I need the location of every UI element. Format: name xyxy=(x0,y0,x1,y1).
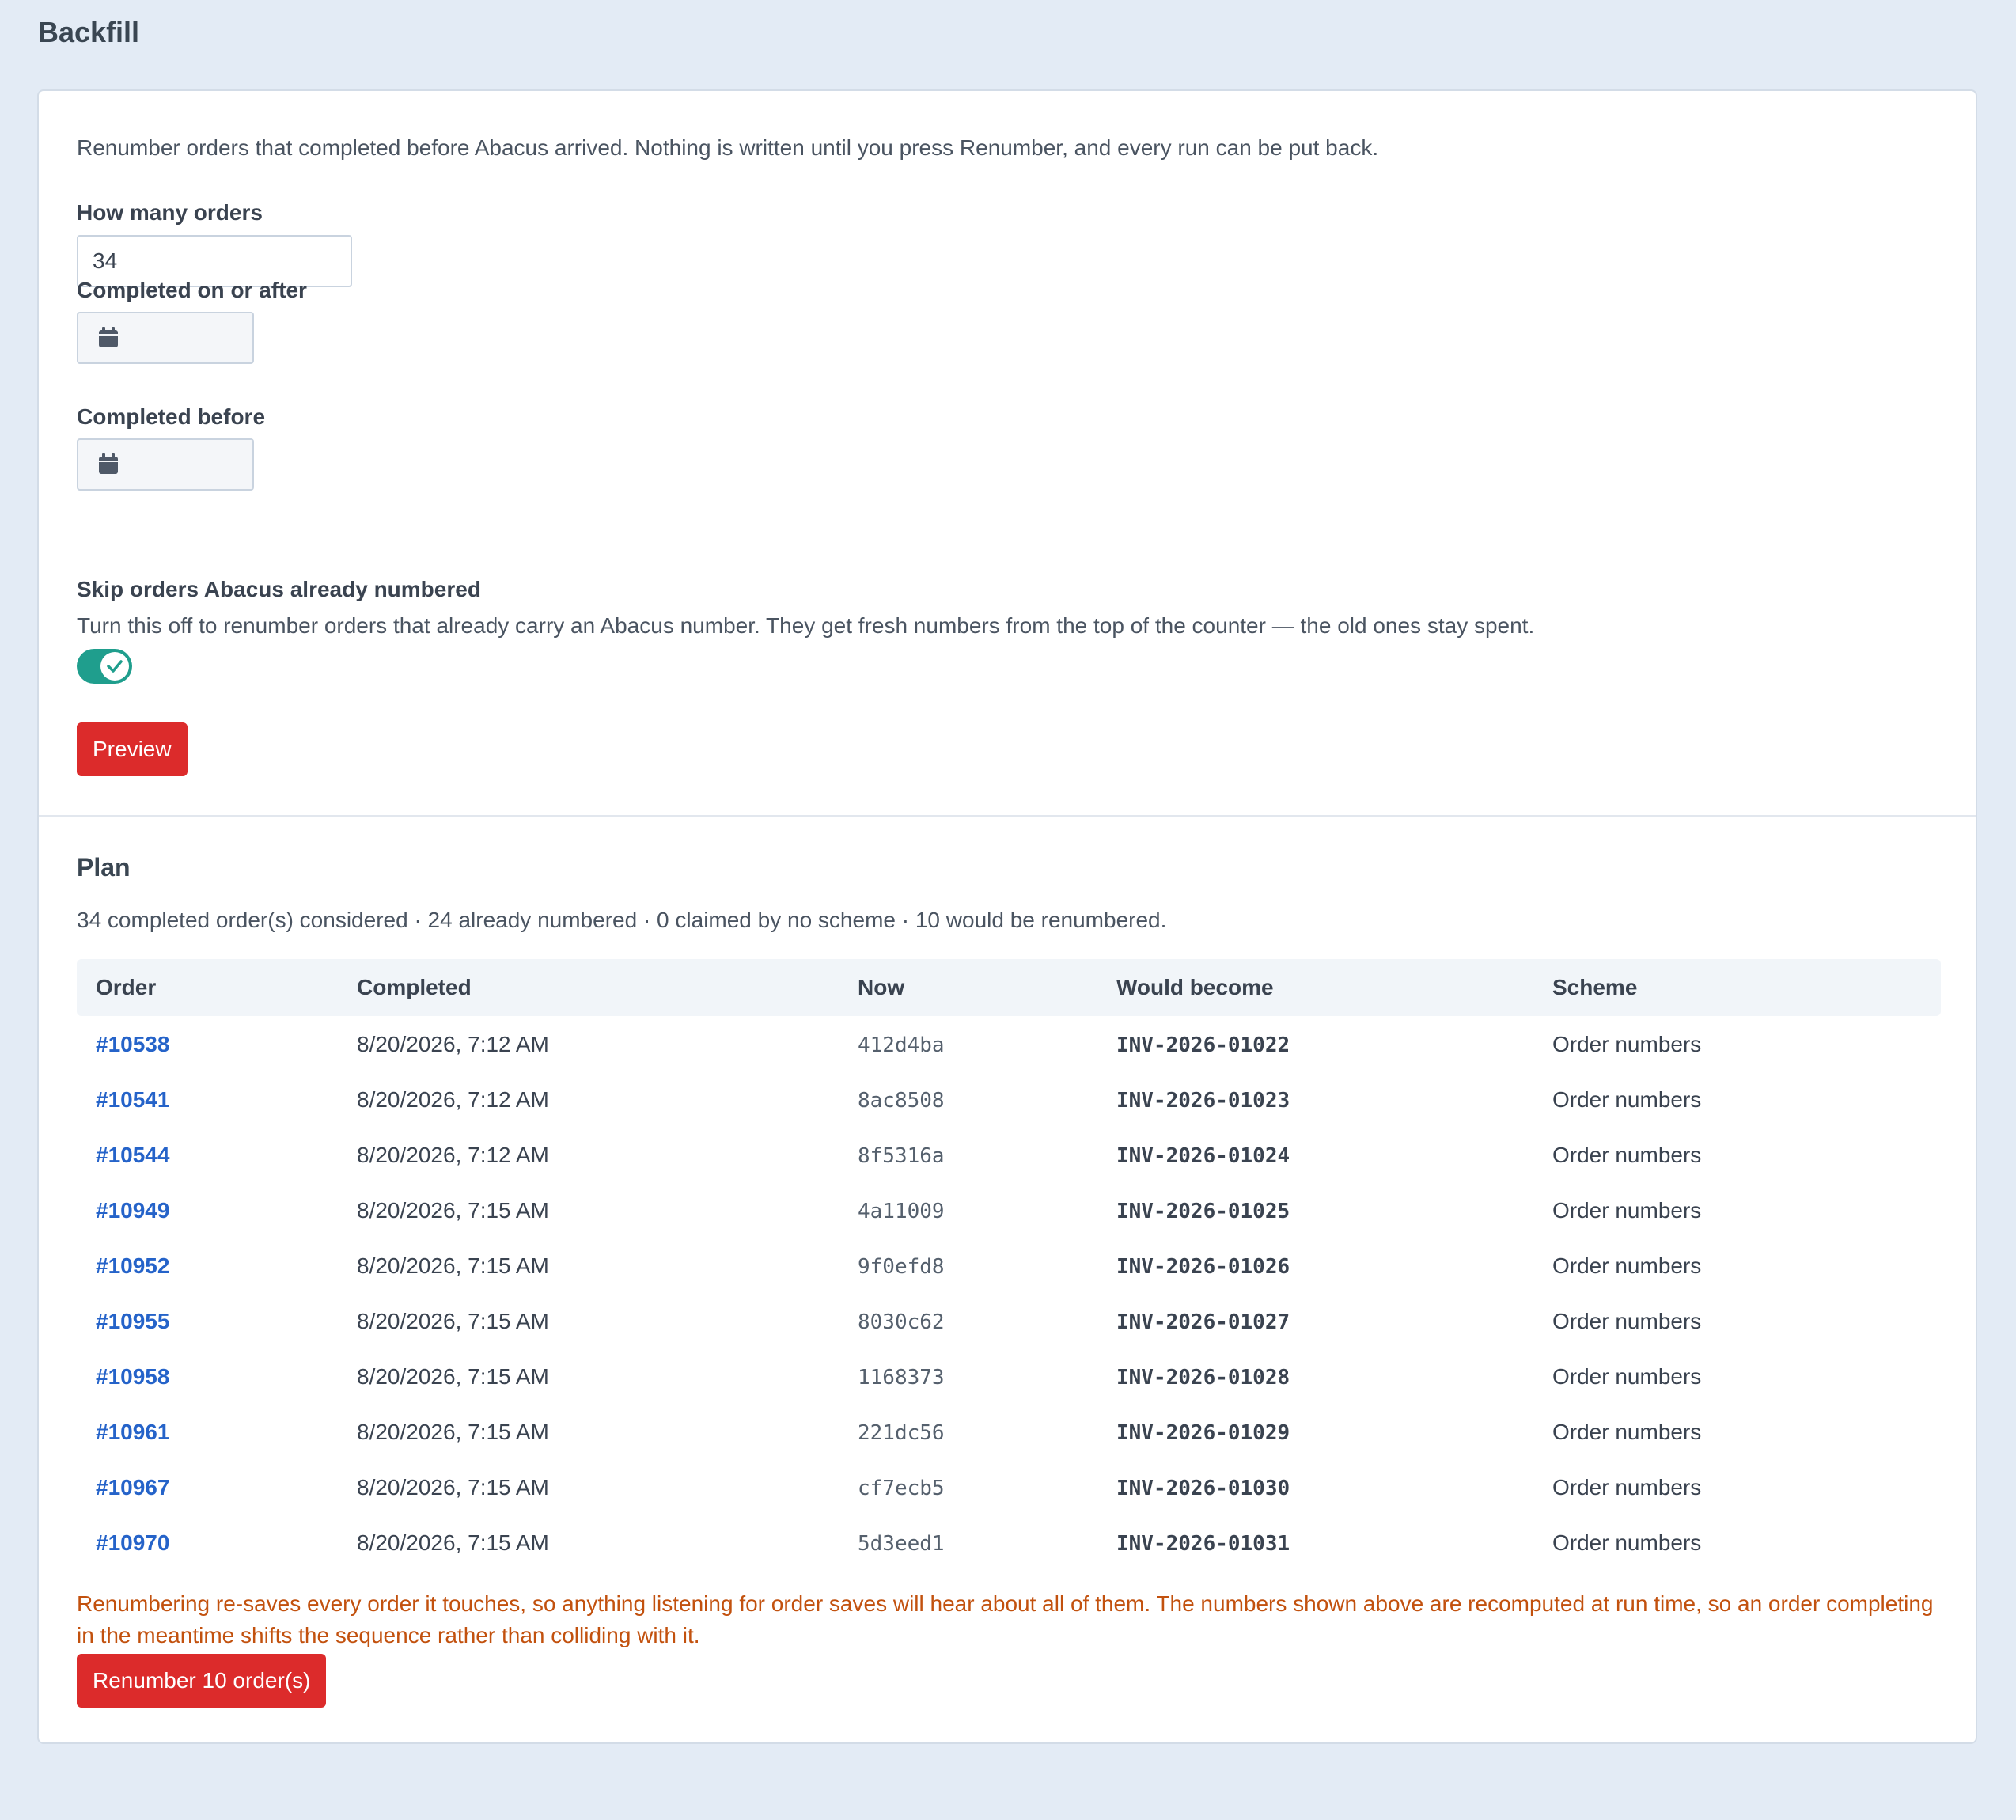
table-row: #10541 8/20/2026, 7:12 AM 8ac8508 INV-20… xyxy=(77,1071,1941,1127)
scheme-cell: Order numbers xyxy=(1552,1364,1702,1389)
completed-cell: 8/20/2026, 7:12 AM xyxy=(357,1143,549,1167)
skip-numbered-label: Skip orders Abacus already numbered xyxy=(77,577,481,601)
column-header-would-become: Would become xyxy=(1116,975,1274,999)
scheme-cell: Order numbers xyxy=(1552,1198,1702,1223)
order-link[interactable]: #10955 xyxy=(96,1309,169,1334)
completed-cell: 8/20/2026, 7:15 AM xyxy=(357,1420,549,1444)
calendar-icon xyxy=(99,453,118,478)
scheme-cell: Order numbers xyxy=(1552,1420,1702,1444)
backfill-card: Renumber orders that completed before Ab… xyxy=(37,89,1977,1744)
scheme-cell: Order numbers xyxy=(1552,1143,1702,1167)
table-header: Order Completed Now Would become Scheme xyxy=(77,959,1941,1016)
order-link[interactable]: #10961 xyxy=(96,1420,169,1445)
completed-cell: 8/20/2026, 7:15 AM xyxy=(357,1198,549,1223)
table-row: #10544 8/20/2026, 7:12 AM 8f5316a INV-20… xyxy=(77,1127,1941,1182)
current-number-cell: 8f5316a xyxy=(858,1144,945,1168)
completed-cell: 8/20/2026, 7:15 AM xyxy=(357,1309,549,1333)
backfill-form: Renumber orders that completed before Ab… xyxy=(39,91,1976,815)
new-number-cell: INV-2026-01030 xyxy=(1116,1477,1290,1500)
calendar-icon xyxy=(99,327,118,351)
new-number-cell: INV-2026-01029 xyxy=(1116,1421,1290,1445)
completed-cell: 8/20/2026, 7:15 AM xyxy=(357,1253,549,1278)
order-link[interactable]: #10952 xyxy=(96,1253,169,1279)
scheme-cell: Order numbers xyxy=(1552,1475,1702,1500)
scheme-cell: Order numbers xyxy=(1552,1530,1702,1555)
new-number-cell: INV-2026-01023 xyxy=(1116,1089,1290,1113)
scheme-cell: Order numbers xyxy=(1552,1032,1702,1056)
current-number-cell: 412d4ba xyxy=(858,1033,945,1057)
new-number-cell: INV-2026-01026 xyxy=(1116,1255,1290,1279)
completed-before-date-field[interactable] xyxy=(77,438,254,491)
current-number-cell: 9f0efd8 xyxy=(858,1255,945,1279)
current-number-cell: 5d3eed1 xyxy=(858,1532,945,1556)
table-row: #10961 8/20/2026, 7:15 AM 221dc56 INV-20… xyxy=(77,1404,1941,1459)
completed-cell: 8/20/2026, 7:15 AM xyxy=(357,1530,549,1555)
table-row: #10538 8/20/2026, 7:12 AM 412d4ba INV-20… xyxy=(77,1016,1941,1071)
column-header-now: Now xyxy=(858,975,905,999)
new-number-cell: INV-2026-01022 xyxy=(1116,1033,1290,1057)
scheme-cell: Order numbers xyxy=(1552,1087,1702,1112)
order-link[interactable]: #10949 xyxy=(96,1198,169,1223)
order-link[interactable]: #10967 xyxy=(96,1475,169,1500)
column-header-order: Order xyxy=(96,975,157,999)
current-number-cell: 4a11009 xyxy=(858,1200,945,1223)
section-divider xyxy=(39,815,1976,817)
new-number-cell: INV-2026-01024 xyxy=(1116,1144,1290,1168)
table-row: #10958 8/20/2026, 7:15 AM 1168373 INV-20… xyxy=(77,1348,1941,1404)
table-row: #10967 8/20/2026, 7:15 AM cf7ecb5 INV-20… xyxy=(77,1459,1941,1515)
column-header-scheme: Scheme xyxy=(1552,975,1638,999)
table-row: #10952 8/20/2026, 7:15 AM 9f0efd8 INV-20… xyxy=(77,1238,1941,1293)
table-row: #10955 8/20/2026, 7:15 AM 8030c62 INV-20… xyxy=(77,1293,1941,1348)
completed-after-date-field[interactable] xyxy=(77,312,254,364)
order-link[interactable]: #10958 xyxy=(96,1364,169,1390)
current-number-cell: 221dc56 xyxy=(858,1421,945,1445)
order-link[interactable]: #10541 xyxy=(96,1087,169,1113)
order-link[interactable]: #10544 xyxy=(96,1143,169,1168)
table-row: #10949 8/20/2026, 7:15 AM 4a11009 INV-20… xyxy=(77,1182,1941,1238)
completed-cell: 8/20/2026, 7:12 AM xyxy=(357,1032,549,1056)
new-number-cell: INV-2026-01027 xyxy=(1116,1310,1290,1334)
plan-table: Order Completed Now Would become Scheme … xyxy=(77,959,1941,1570)
current-number-cell: cf7ecb5 xyxy=(858,1477,945,1500)
plan-title: Plan xyxy=(77,853,131,882)
current-number-cell: 1168373 xyxy=(858,1366,945,1390)
scheme-cell: Order numbers xyxy=(1552,1309,1702,1333)
skip-numbered-toggle[interactable] xyxy=(77,649,132,684)
new-number-cell: INV-2026-01031 xyxy=(1116,1532,1290,1556)
renumber-button[interactable]: Renumber 10 order(s) xyxy=(77,1654,327,1708)
completed-after-label: Completed on or after xyxy=(77,278,307,302)
table-row: #10970 8/20/2026, 7:15 AM 5d3eed1 INV-20… xyxy=(77,1515,1941,1570)
renumber-warning: Renumbering re-saves every order it touc… xyxy=(77,1591,1934,1647)
intro-text: Renumber orders that completed before Ab… xyxy=(77,135,1379,160)
completed-before-label: Completed before xyxy=(77,404,266,429)
completed-cell: 8/20/2026, 7:12 AM xyxy=(357,1087,549,1112)
page-title: Backfill xyxy=(38,16,140,48)
order-link[interactable]: #10970 xyxy=(96,1530,169,1556)
skip-numbered-help: Turn this off to renumber orders that al… xyxy=(77,613,1535,638)
how-many-label: How many orders xyxy=(77,200,263,225)
scheme-cell: Order numbers xyxy=(1552,1253,1702,1278)
plan-summary: 34 completed order(s) considered · 24 al… xyxy=(77,908,1167,932)
completed-cell: 8/20/2026, 7:15 AM xyxy=(357,1475,549,1500)
order-link[interactable]: #10538 xyxy=(96,1032,169,1057)
current-number-cell: 8ac8508 xyxy=(858,1089,945,1113)
current-number-cell: 8030c62 xyxy=(858,1310,945,1334)
column-header-completed: Completed xyxy=(357,975,472,999)
completed-cell: 8/20/2026, 7:15 AM xyxy=(357,1364,549,1389)
toggle-knob xyxy=(100,652,129,681)
preview-button[interactable]: Preview xyxy=(77,722,188,776)
new-number-cell: INV-2026-01028 xyxy=(1116,1366,1290,1390)
new-number-cell: INV-2026-01025 xyxy=(1116,1200,1290,1223)
